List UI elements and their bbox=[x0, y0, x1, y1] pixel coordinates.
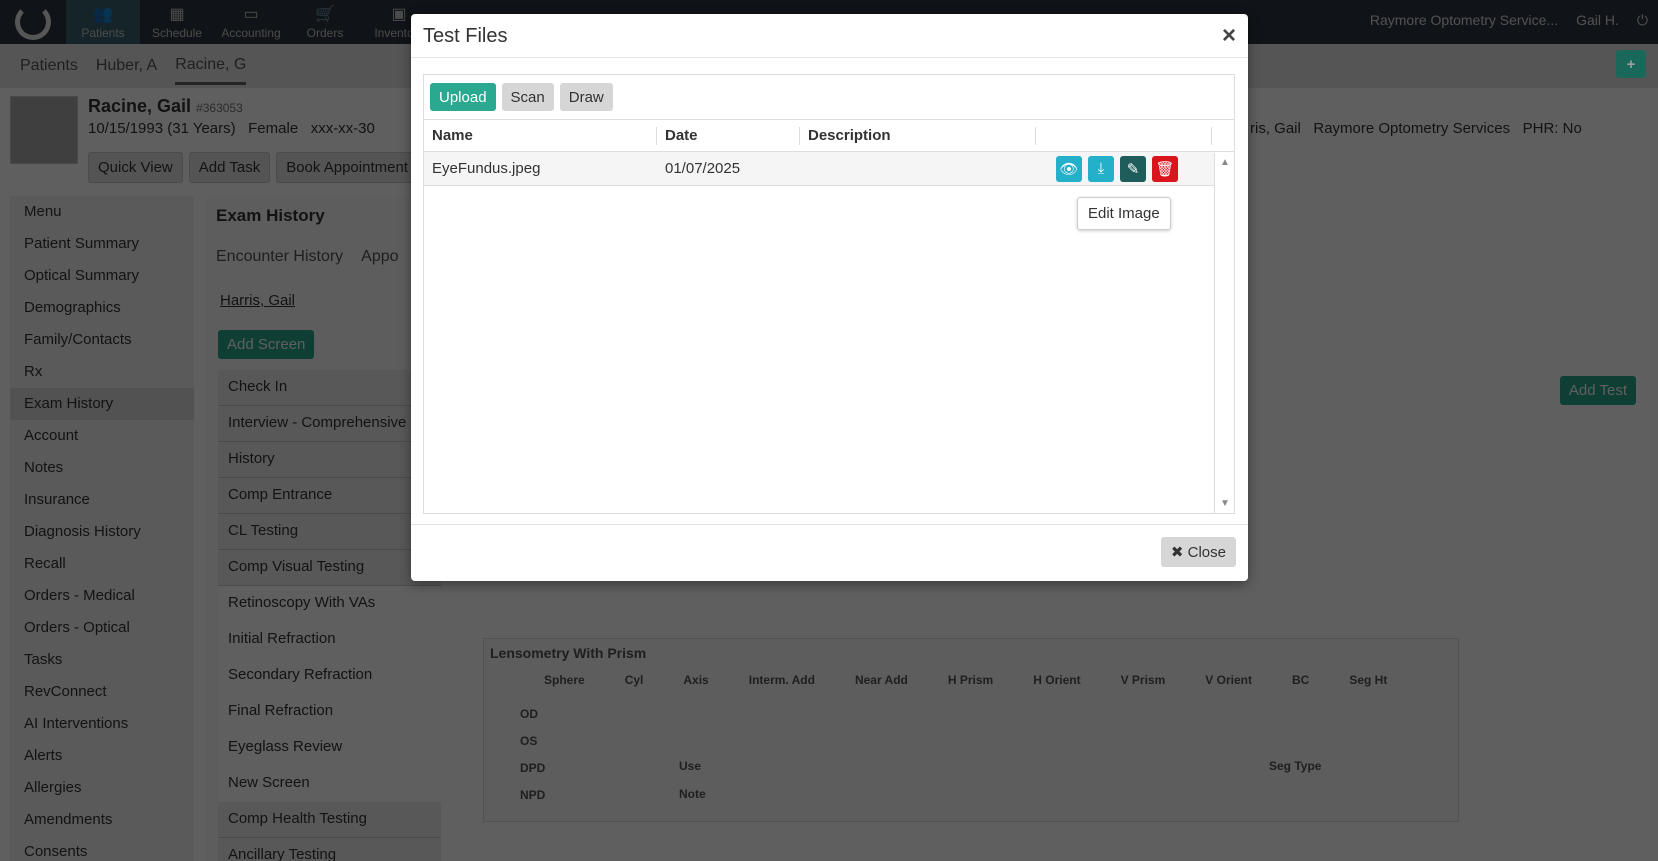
view-button[interactable]: 👁 bbox=[1056, 155, 1082, 182]
col-actions bbox=[1036, 126, 1212, 145]
delete-button[interactable]: 🗑 bbox=[1152, 155, 1178, 182]
draw-button[interactable]: Draw bbox=[559, 83, 613, 111]
col-name[interactable]: Name bbox=[424, 126, 657, 145]
scan-button[interactable]: Scan bbox=[501, 83, 554, 111]
test-files-modal: Test Files × Upload Scan Draw Name Date … bbox=[411, 14, 1248, 581]
col-description[interactable]: Description bbox=[800, 126, 1036, 145]
eye-icon: 👁 bbox=[1059, 160, 1079, 178]
table-header: Name Date Description bbox=[424, 120, 1234, 152]
close-x-icon: ✖ bbox=[1170, 544, 1184, 561]
trash-icon: 🗑 bbox=[1155, 160, 1175, 178]
col-date[interactable]: Date bbox=[657, 126, 800, 145]
file-name: EyeFundus.jpeg bbox=[432, 160, 541, 177]
files-panel: Upload Scan Draw Name Date Description E… bbox=[423, 74, 1235, 514]
scroll-down-icon[interactable]: ▼ bbox=[1220, 498, 1230, 509]
download-button[interactable]: ⤓ bbox=[1088, 155, 1114, 182]
file-date: 01/07/2025 bbox=[665, 160, 741, 177]
edit-image-tooltip: Edit Image bbox=[1077, 197, 1171, 230]
table-scrollbar[interactable]: ▲ ▼ bbox=[1214, 153, 1234, 513]
upload-button[interactable]: Upload bbox=[430, 83, 496, 111]
close-icon[interactable]: × bbox=[1222, 22, 1236, 50]
download-icon: ⤓ bbox=[1097, 160, 1105, 177]
row-actions: 👁 ⤓ ✎ 🗑 bbox=[1048, 155, 1178, 182]
close-button[interactable]: ✖ Close bbox=[1160, 537, 1236, 567]
modal-title: Test Files bbox=[423, 25, 508, 47]
table-row[interactable]: EyeFundus.jpeg 01/07/2025 👁 ⤓ ✎ 🗑 bbox=[424, 152, 1214, 186]
edit-image-button[interactable]: ✎ bbox=[1120, 155, 1146, 182]
pencil-icon: ✎ bbox=[1126, 160, 1140, 178]
scroll-up-icon[interactable]: ▲ bbox=[1220, 157, 1230, 168]
